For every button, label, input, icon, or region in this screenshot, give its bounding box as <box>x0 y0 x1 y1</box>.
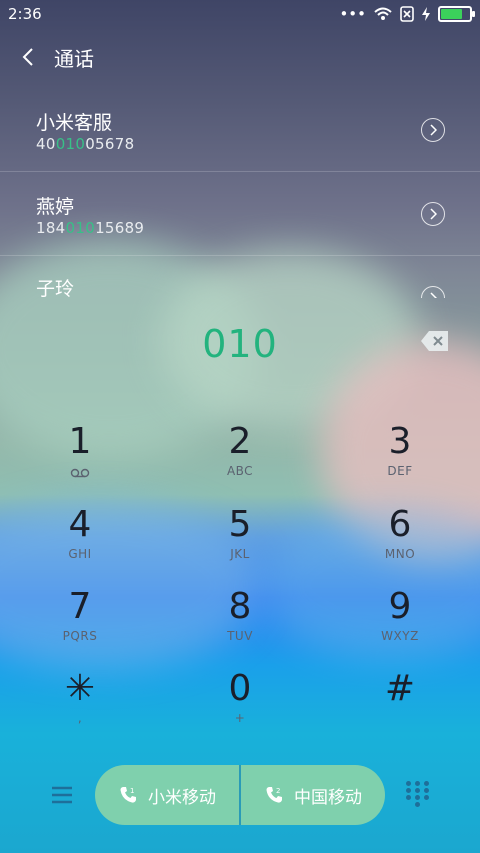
call-sim1-button[interactable]: 1 小米移动 <box>95 765 239 825</box>
backspace-icon <box>421 331 448 351</box>
svg-text:2: 2 <box>276 787 280 795</box>
key-3[interactable]: 3 DEF <box>340 422 460 502</box>
menu-icon <box>52 786 72 804</box>
result-item[interactable]: 子玲 <box>0 256 480 298</box>
key-9[interactable]: 9 WXYZ <box>340 587 460 667</box>
svg-text:1: 1 <box>130 787 134 795</box>
contact-detail-button[interactable] <box>421 202 445 226</box>
contact-name: 燕婷 <box>36 196 75 218</box>
sim1-label: 小米移动 <box>148 787 216 808</box>
sim-call-icon: 1 <box>120 787 136 803</box>
contact-detail-button[interactable] <box>421 118 445 142</box>
chevron-right-icon <box>430 124 437 136</box>
chevron-right-icon <box>430 292 437 298</box>
voicemail-icon <box>20 468 140 478</box>
contact-results: 小米客服 4001005678 燕婷 18401015689 子玲 <box>0 88 480 298</box>
sim-off-icon <box>400 6 414 22</box>
dial-display: 010 <box>0 315 480 373</box>
key-7[interactable]: 7 PQRS <box>20 587 140 667</box>
key-2[interactable]: 2 ABC <box>180 422 300 502</box>
key-hash[interactable]: # <box>340 669 460 749</box>
key-5[interactable]: 5 JKL <box>180 505 300 585</box>
sim2-label: 中国移动 <box>294 787 362 808</box>
battery-icon <box>438 6 475 22</box>
contact-number: 18401015689 <box>36 219 145 237</box>
call-bar: 1 小米移动 2 中国移动 <box>0 762 480 828</box>
status-icons: ••• <box>339 5 475 23</box>
contact-number: 4001005678 <box>36 135 135 153</box>
result-item[interactable]: 燕婷 18401015689 <box>0 172 480 256</box>
contact-name: 子玲 <box>36 278 75 298</box>
header: 通话 <box>0 28 480 86</box>
back-icon <box>22 48 33 66</box>
status-time: 2:36 <box>8 5 42 23</box>
sim-call-icon: 2 <box>266 787 282 803</box>
status-bar: 2:36 ••• <box>0 0 480 28</box>
key-8[interactable]: 8 TUV <box>180 587 300 667</box>
page-title: 通话 <box>54 46 94 71</box>
key-1[interactable]: 1 <box>20 422 140 502</box>
back-button[interactable] <box>16 45 40 69</box>
contact-name: 小米客服 <box>36 112 113 134</box>
backspace-button[interactable] <box>420 330 450 352</box>
chevron-right-icon <box>430 208 437 220</box>
more-icon: ••• <box>339 5 366 23</box>
key-4[interactable]: 4 GHI <box>20 505 140 585</box>
key-6[interactable]: 6 MNO <box>340 505 460 585</box>
result-item[interactable]: 小米客服 4001005678 <box>0 88 480 172</box>
dialpad-toggle-button[interactable] <box>406 781 430 809</box>
menu-button[interactable] <box>48 781 76 809</box>
key-star[interactable]: ✳ , <box>20 669 140 749</box>
call-buttons: 1 小米移动 2 中国移动 <box>95 765 385 825</box>
call-sim2-button[interactable]: 2 中国移动 <box>241 765 385 825</box>
wifi-icon <box>374 7 392 20</box>
contact-detail-button[interactable] <box>421 286 445 298</box>
key-0[interactable]: 0 + <box>180 669 300 749</box>
dialed-number: 010 <box>202 322 278 366</box>
charging-icon <box>422 7 430 21</box>
